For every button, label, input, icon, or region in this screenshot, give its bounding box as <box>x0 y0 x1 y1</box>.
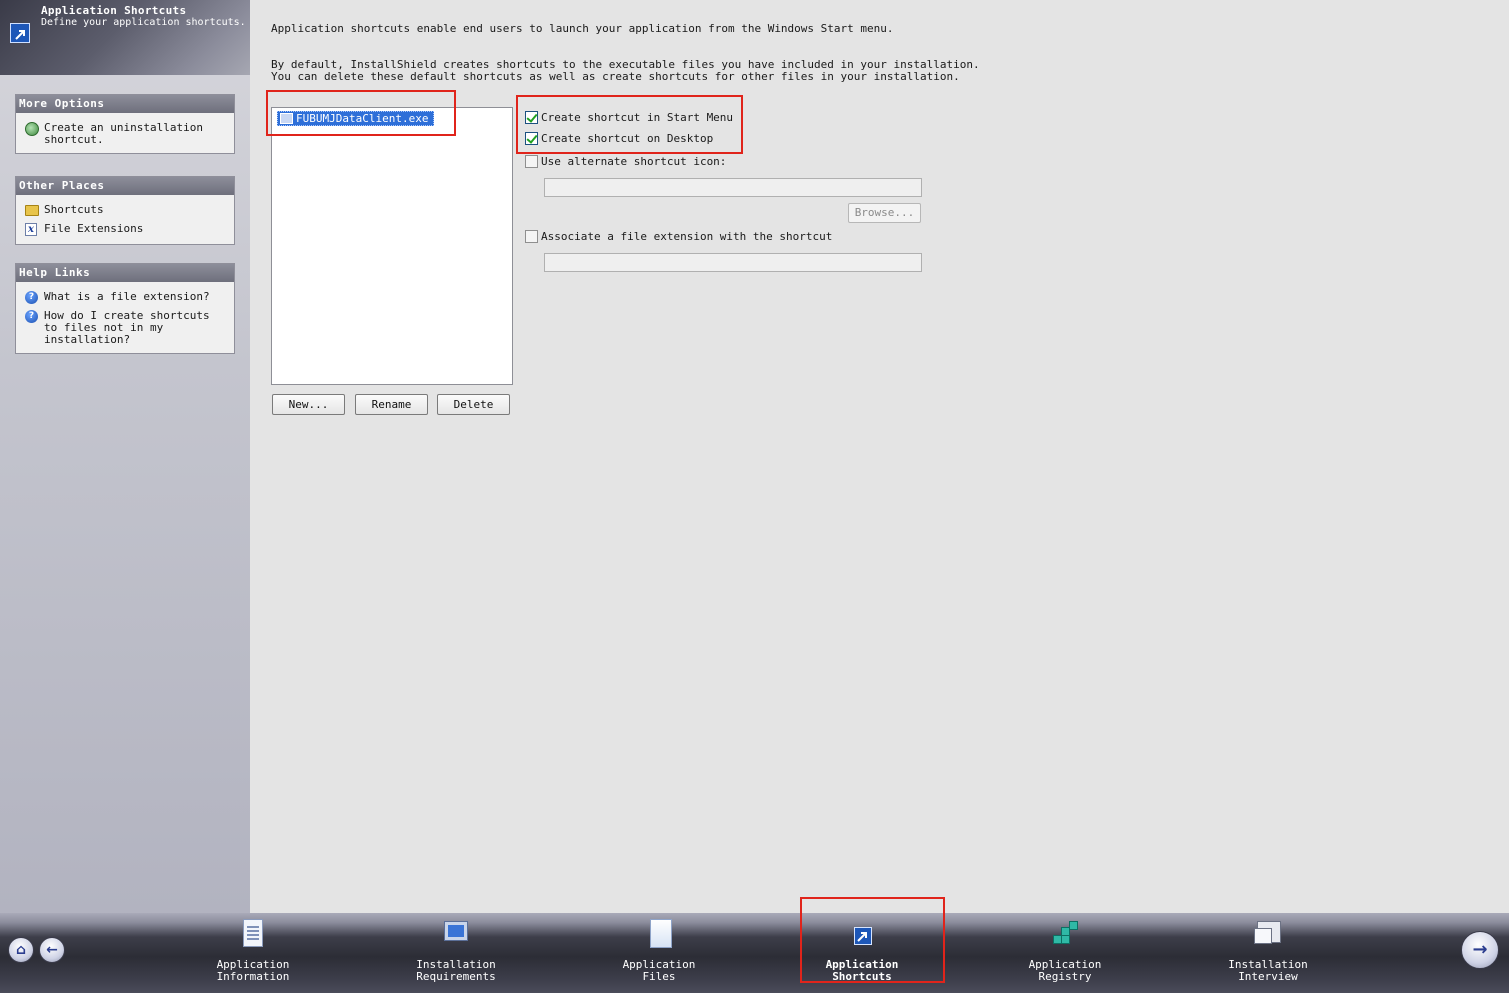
start-menu-label: Create shortcut in Start Menu <box>541 111 734 124</box>
create-uninstall-shortcut-link[interactable]: Create an uninstallation shortcut. <box>25 122 228 146</box>
file-extension-field[interactable] <box>544 253 922 272</box>
highlight-box-options <box>516 95 743 154</box>
alternate-icon-label: Use alternate shortcut icon: <box>541 155 727 168</box>
desktop-option[interactable]: Create shortcut on Desktop <box>525 132 713 145</box>
help-link-file-extension[interactable]: ? What is a file extension? <box>25 291 228 305</box>
alternate-icon-checkbox[interactable] <box>525 155 538 168</box>
shortcuts-link-label: Shortcuts <box>44 203 104 216</box>
help-links-panel: Help Links ? What is a file extension? ?… <box>15 263 235 354</box>
file-extension-checkbox[interactable] <box>525 230 538 243</box>
main-content: Application shortcuts enable end users t… <box>250 0 1509 913</box>
start-menu-checkbox[interactable] <box>525 111 538 124</box>
uninstall-shortcut-icon <box>25 122 39 136</box>
more-options-panel: More Options Create an uninstallation sh… <box>15 94 235 154</box>
new-button[interactable]: New... <box>272 394 345 415</box>
executable-icon <box>280 113 293 124</box>
installation-interview-icon <box>1253 917 1283 951</box>
list-item[interactable]: FUBUMJDataClient.exe <box>277 111 435 126</box>
more-options-title: More Options <box>16 95 234 113</box>
step-installation-interview[interactable]: Installation Interview <box>1213 917 1323 983</box>
back-arrow-icon[interactable]: ← <box>39 937 65 963</box>
step-application-information[interactable]: Application Information <box>198 917 308 983</box>
rename-button[interactable]: Rename <box>355 394 428 415</box>
start-menu-option[interactable]: Create shortcut in Start Menu <box>525 111 733 124</box>
shortcut-name: FUBUMJDataClient.exe <box>296 112 429 125</box>
application-information-icon <box>238 917 268 951</box>
browse-button[interactable]: Browse... <box>848 203 921 223</box>
step-label: Installation Requirements <box>416 958 496 983</box>
other-places-panel: Other Places Shortcuts x File Extensions <box>15 176 235 245</box>
shortcuts-link[interactable]: Shortcuts <box>25 204 228 218</box>
application-shortcuts-icon <box>847 917 877 951</box>
application-files-icon <box>644 917 674 951</box>
alternate-icon-field[interactable] <box>544 178 922 197</box>
wizard-navbar: ⌂ ← Application Information Installation… <box>0 897 1509 993</box>
desktop-label: Create shortcut on Desktop <box>541 132 714 145</box>
file-extension-option[interactable]: Associate a file extension with the shor… <box>525 230 832 243</box>
file-extensions-link[interactable]: x File Extensions <box>25 223 228 237</box>
page-title: Application Shortcuts <box>41 4 187 17</box>
page-subtitle: Define your application shortcuts. <box>41 17 246 28</box>
delete-button[interactable]: Delete <box>437 394 510 415</box>
other-places-title: Other Places <box>16 177 234 195</box>
desktop-checkbox[interactable] <box>525 132 538 145</box>
create-uninstall-shortcut-label: Create an uninstallation shortcut. <box>44 121 203 146</box>
shortcuts-list[interactable]: FUBUMJDataClient.exe <box>271 107 513 385</box>
header-banner: Application Shortcuts Define your applic… <box>0 0 250 75</box>
step-installation-requirements[interactable]: Installation Requirements <box>401 917 511 983</box>
home-icon[interactable]: ⌂ <box>8 937 34 963</box>
file-extension-icon: x <box>25 223 37 236</box>
help-icon: ? <box>25 310 38 323</box>
next-arrow-icon[interactable]: → <box>1461 931 1499 969</box>
help-link-create-shortcuts-label: How do I create shortcuts to files not i… <box>44 309 210 346</box>
shortcut-arrow-icon <box>10 23 30 43</box>
help-link-create-shortcuts[interactable]: ? How do I create shortcuts to files not… <box>25 310 228 346</box>
help-links-title: Help Links <box>16 264 234 282</box>
step-application-registry[interactable]: Application Registry <box>1010 917 1120 983</box>
step-label: Installation Interview <box>1228 958 1308 983</box>
help-icon: ? <box>25 291 38 304</box>
step-label: Application Files <box>622 958 696 983</box>
folder-icon <box>25 205 39 216</box>
step-label: Application Information <box>216 958 290 983</box>
step-application-files[interactable]: Application Files <box>604 917 714 983</box>
step-label: Application Shortcuts <box>825 958 899 983</box>
application-registry-icon <box>1050 917 1080 951</box>
file-extension-label: Associate a file extension with the shor… <box>541 230 833 243</box>
description-text: Application shortcuts enable end users t… <box>271 22 894 35</box>
default-shortcuts-text: By default, InstallShield creates shortc… <box>271 58 980 83</box>
step-label: Application Registry <box>1028 958 1102 983</box>
alternate-icon-option[interactable]: Use alternate shortcut icon: <box>525 155 726 168</box>
sidebar: Application Shortcuts Define your applic… <box>0 0 250 913</box>
help-link-file-extension-label: What is a file extension? <box>44 290 210 303</box>
file-extensions-link-label: File Extensions <box>44 222 144 235</box>
installation-requirements-icon <box>441 917 471 951</box>
step-application-shortcuts[interactable]: Application Shortcuts <box>807 917 917 983</box>
